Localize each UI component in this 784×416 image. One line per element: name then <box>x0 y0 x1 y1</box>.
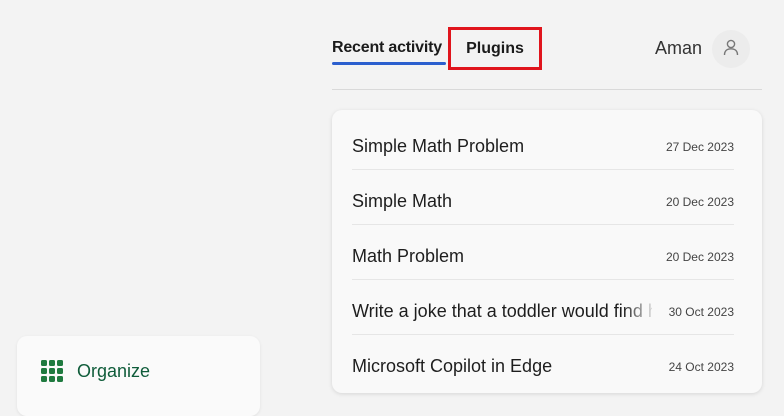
recent-activity-list: Simple Math Problem 27 Dec 2023 Simple M… <box>332 110 762 393</box>
activity-date: 30 Oct 2023 <box>668 305 734 319</box>
organize-card[interactable]: Organize <box>17 336 260 416</box>
activity-date: 24 Oct 2023 <box>668 360 734 374</box>
activity-date: 27 Dec 2023 <box>665 140 734 154</box>
organize-label: Organize <box>77 361 151 381</box>
active-tab-indicator <box>332 62 446 65</box>
tab-plugins[interactable]: Plugins <box>448 27 542 70</box>
person-icon <box>722 38 740 61</box>
avatar[interactable] <box>712 30 750 68</box>
list-item[interactable]: Simple Math 20 Dec 2023 <box>352 170 734 225</box>
tab-recent-activity[interactable]: Recent activity <box>332 38 442 58</box>
activity-title: Simple Math <box>352 191 453 211</box>
activity-title: Simple Math Problem <box>352 136 525 156</box>
activity-title: Math Problem <box>352 246 465 266</box>
list-item[interactable]: Microsoft Copilot in Edge 24 Oct 2023 <box>352 335 734 390</box>
activity-date: 20 Dec 2023 <box>665 195 734 209</box>
activity-title: Microsoft Copilot in Edge <box>352 356 553 376</box>
list-item[interactable]: Simple Math Problem 27 Dec 2023 <box>352 115 734 170</box>
header-divider <box>332 89 762 90</box>
activity-title: Write a joke that a toddler would find h… <box>352 301 652 321</box>
activity-date: 20 Dec 2023 <box>665 250 734 264</box>
list-item[interactable]: Math Problem 20 Dec 2023 <box>352 225 734 280</box>
tab-plugins-label: Plugins <box>466 39 524 57</box>
list-item[interactable]: Write a joke that a toddler would find h… <box>352 280 734 335</box>
user-name: Aman <box>655 38 703 58</box>
grid-icon <box>41 360 63 382</box>
